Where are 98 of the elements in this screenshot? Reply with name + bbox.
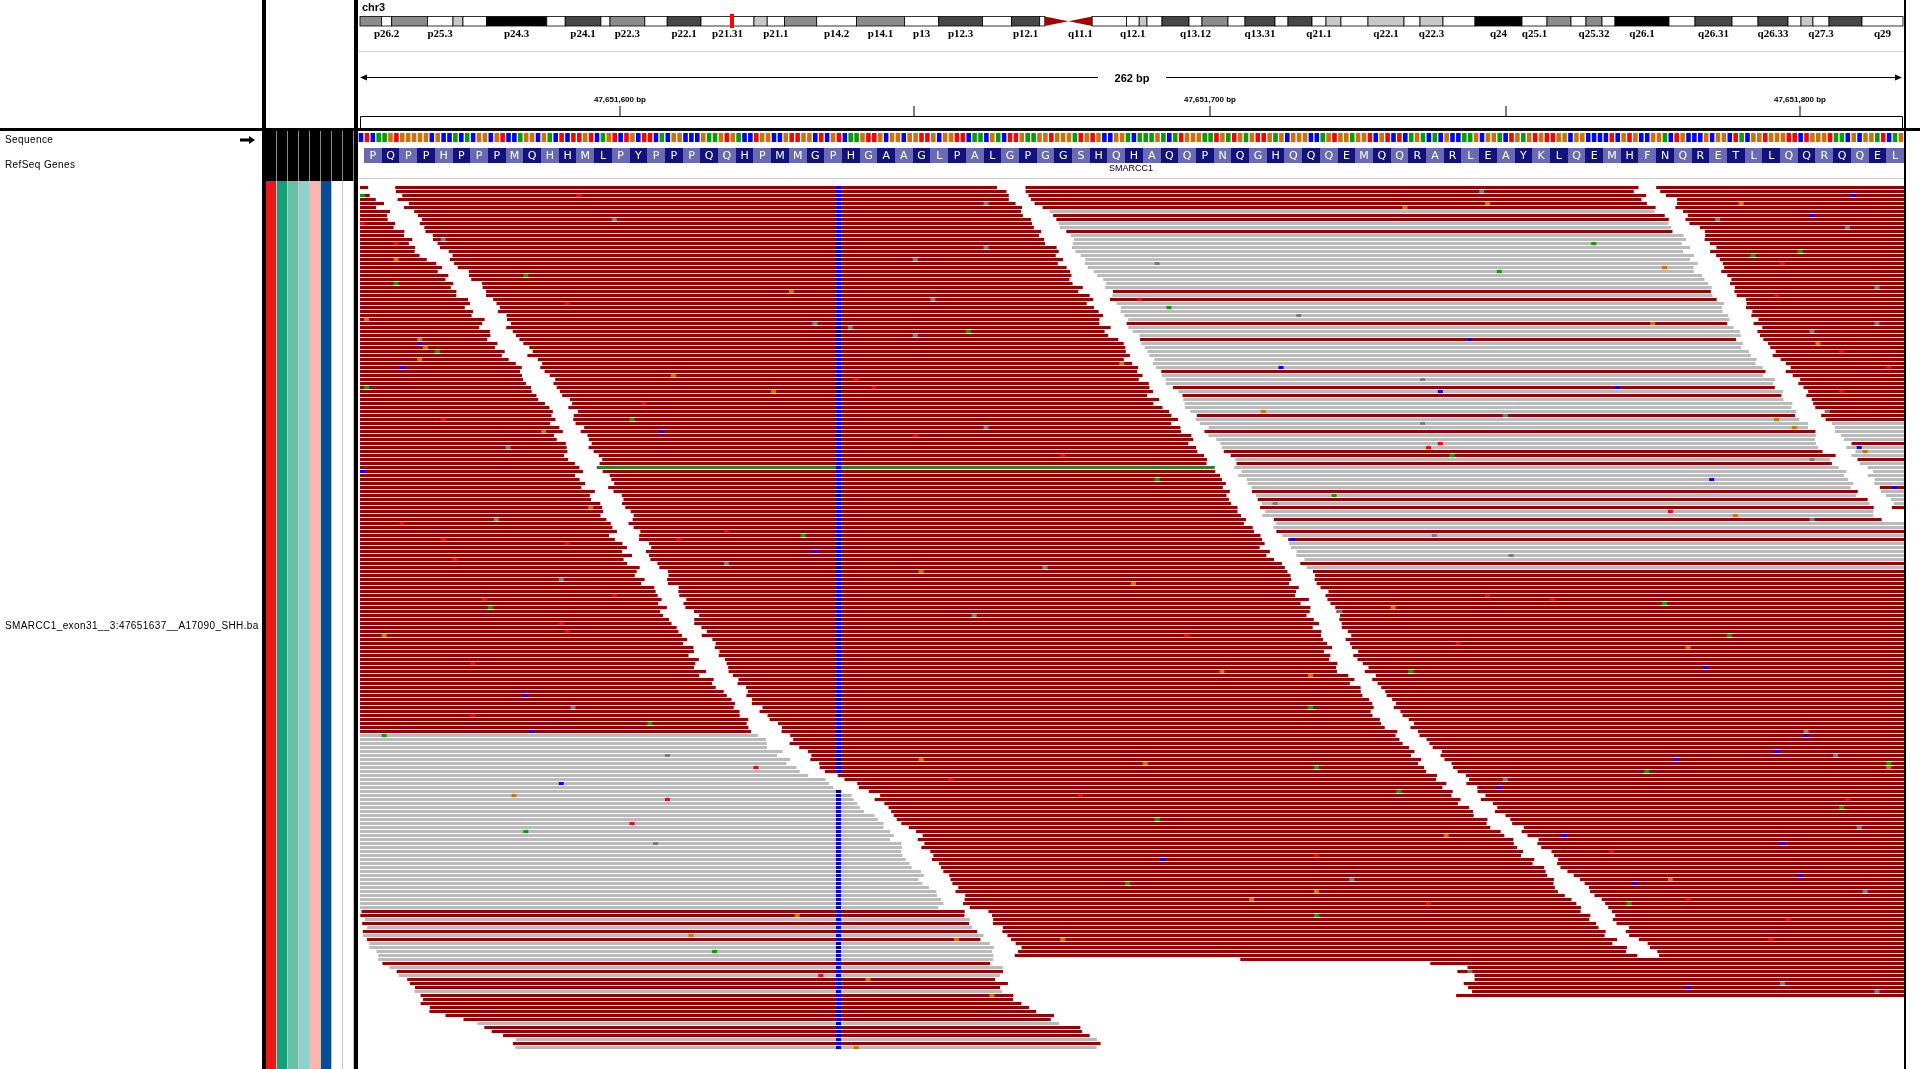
centromere <box>1044 16 1069 26</box>
band-label: p26.2 <box>373 27 400 39</box>
band-label: q29 <box>1873 27 1892 39</box>
chromosome-band <box>1419 16 1444 27</box>
band-label: p24.1 <box>570 27 596 39</box>
amino-acid: L <box>594 148 612 163</box>
ruler-tick <box>913 105 915 117</box>
tick-label: 47,651,700 bp <box>1184 95 1236 104</box>
amino-acid: Q <box>1780 148 1798 163</box>
amino-acid: N <box>1656 148 1674 163</box>
amino-acid: M <box>1603 148 1621 163</box>
amino-acid: P <box>824 148 842 163</box>
amino-acid: P <box>364 148 382 163</box>
amino-acid: H <box>541 148 559 163</box>
amino-acid: Q <box>718 148 736 163</box>
amino-acid: F <box>1638 148 1657 163</box>
amino-acid: A <box>1426 148 1444 163</box>
band-label: p13 <box>913 27 931 39</box>
chromosome-band <box>856 16 905 27</box>
tick-label: 47,651,800 bp <box>1774 95 1826 104</box>
chromosome-band <box>1694 16 1733 27</box>
amino-acid: L <box>1886 148 1904 163</box>
amino-acid: G <box>1249 148 1267 163</box>
band-label: p12.1 <box>1012 27 1039 39</box>
centromere <box>1068 16 1093 26</box>
amino-acid: Q <box>700 148 718 163</box>
band-label: p25.3 <box>427 27 453 39</box>
amino-acid: P <box>753 148 772 163</box>
band-label: q22.3 <box>1418 27 1445 39</box>
right-arrow-icon <box>240 135 255 144</box>
marker-icon <box>730 14 734 28</box>
band-label: p24.3 <box>504 27 530 39</box>
amino-acid: L <box>930 148 949 163</box>
amino-acid: L <box>1461 148 1480 163</box>
amino-acid: P <box>948 148 966 163</box>
band-label: q11.1 <box>1067 27 1093 39</box>
amino-acid: S <box>1072 148 1090 163</box>
track-name: Sequence <box>5 134 54 145</box>
band-label: p14.1 <box>867 27 894 39</box>
chromosome-band <box>1800 16 1814 27</box>
amino-acid: L <box>1762 148 1781 163</box>
amino-acid: Q <box>1231 148 1250 163</box>
band-label: q26.31 <box>1698 27 1729 39</box>
amino-acid: Q <box>523 148 541 163</box>
amino-acid: R <box>1408 148 1427 163</box>
track-name: SMARCC1_exon31__3:47651637__A17090_SHH.ba <box>5 619 259 631</box>
amino-acid: Q <box>1178 148 1196 163</box>
band-label: p12.3 <box>947 27 974 39</box>
amino-acid: G <box>1001 148 1019 163</box>
amino-acid: Q <box>1302 148 1320 163</box>
ruler-tick <box>1505 105 1507 117</box>
chromosome-band <box>1585 16 1603 27</box>
chromosome-band <box>1731 16 1759 27</box>
band-label: q13.12 <box>1180 27 1211 39</box>
amino-acid: H <box>1125 148 1143 163</box>
ruler-tick <box>619 105 621 117</box>
band-label: q24 <box>1489 27 1508 39</box>
band-label: q27.3 <box>1808 27 1834 39</box>
band-label: p21.31 <box>712 27 743 39</box>
amino-acid: R <box>1815 148 1834 163</box>
ruler-tick <box>1209 105 1211 117</box>
band-label: q12.1 <box>1120 27 1146 39</box>
band-label: q13.31 <box>1244 27 1276 39</box>
band-label: q26.1 <box>1629 27 1655 39</box>
band-label: q22.1 <box>1373 27 1399 39</box>
band-label: p21.1 <box>763 27 789 39</box>
amino-acid: Q <box>1107 148 1126 163</box>
amino-acid: P <box>470 148 488 163</box>
amino-acid: P <box>647 148 665 163</box>
band-label: q21.1 <box>1306 27 1332 39</box>
span-label: 262 bp <box>1114 71 1150 84</box>
amino-acid: A <box>895 148 913 163</box>
tick-label: 47,651,600 bp <box>594 95 646 104</box>
band-label: q26.33 <box>1757 27 1789 39</box>
amino-acid: E <box>1479 148 1497 163</box>
amino-acid: Q <box>1833 148 1851 163</box>
amino-acid: E <box>1585 148 1604 163</box>
band-label: p22.1 <box>671 27 697 39</box>
track-name: RefSeq Genes <box>5 159 76 170</box>
amino-acid: M <box>1355 148 1373 163</box>
band-label: p14.2 <box>823 27 850 39</box>
gene-name: SMARCC1 <box>1109 163 1153 173</box>
ruler-tick <box>1799 105 1801 117</box>
amino-acid: M <box>771 148 789 163</box>
band-label: q25.1 <box>1521 27 1548 39</box>
chromosome-name: chr3 <box>362 1 386 13</box>
chromosome-band <box>904 16 940 27</box>
chromosome-band <box>816 16 857 27</box>
amino-acid: A <box>877 148 896 163</box>
band-label: p22.3 <box>614 27 641 39</box>
amino-acid: E <box>1709 148 1727 163</box>
amino-acid: Q <box>1284 148 1303 163</box>
amino-acid: M <box>576 148 595 163</box>
band-label: q25.32 <box>1578 27 1610 39</box>
amino-acid: G <box>1054 148 1073 163</box>
amino-acid: P <box>417 148 435 163</box>
amino-acid: P <box>399 148 418 163</box>
amino-acid: K <box>1532 148 1550 163</box>
